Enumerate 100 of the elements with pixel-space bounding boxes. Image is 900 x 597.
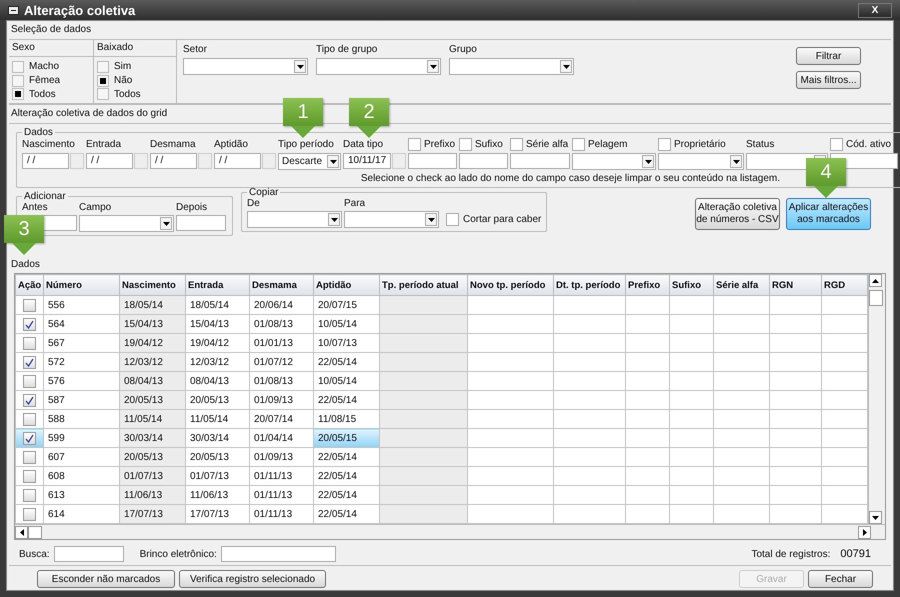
date-field[interactable]: / / (22, 153, 69, 169)
action-cell[interactable] (16, 448, 44, 466)
field-label: De (247, 198, 261, 209)
table-cell: 11/05/14 (120, 410, 186, 428)
table-cell: 20/07/14 (250, 410, 314, 428)
table-cell: 22/05/14 (314, 486, 380, 504)
row-checkbox[interactable] (23, 374, 36, 388)
date-field[interactable]: / / (150, 153, 197, 169)
footer-button[interactable]: Verifica registro selecionado (179, 570, 326, 588)
down-arrow-icon (291, 126, 315, 138)
scroll-left-button[interactable] (15, 526, 28, 538)
dropdown-field[interactable] (344, 211, 439, 228)
up-arrow-icon (872, 278, 879, 282)
dropdown-field[interactable] (79, 215, 174, 232)
scrollbar-thumb[interactable] (28, 526, 42, 538)
option-checkbox[interactable] (97, 74, 109, 86)
option-checkbox[interactable] (97, 88, 109, 100)
option-checkbox[interactable] (12, 88, 24, 100)
text-field[interactable] (459, 153, 508, 169)
action-button[interactable]: Alteração coletiva de números - CSV (695, 198, 780, 230)
search-field[interactable] (54, 546, 124, 562)
footer-button[interactable]: Esconder não marcados (37, 570, 175, 588)
action-cell[interactable] (16, 334, 44, 352)
table-cell: 20/07/15 (314, 296, 380, 314)
row-checkbox[interactable] (23, 412, 36, 426)
scroll-down-button[interactable] (869, 511, 882, 524)
option-checkbox[interactable] (12, 74, 24, 86)
column-header[interactable]: Novo tp. período (468, 274, 554, 296)
tag-field[interactable] (220, 546, 336, 562)
action-cell[interactable] (16, 486, 44, 504)
clear-checkbox[interactable] (510, 138, 523, 151)
checkbox[interactable] (446, 213, 459, 226)
column-header[interactable]: RGD (822, 274, 868, 296)
field-label: Desmama (150, 139, 196, 150)
column-header[interactable]: Número (44, 274, 120, 296)
action-cell[interactable] (16, 428, 44, 448)
field-label: Pelagem (588, 139, 628, 150)
dialog-button[interactable]: Fechar (808, 570, 873, 588)
dropdown-field[interactable] (572, 153, 656, 170)
date-field[interactable]: / / (86, 153, 133, 169)
action-cell[interactable] (16, 504, 44, 524)
clear-checkbox[interactable] (572, 138, 585, 151)
row-checkbox[interactable] (23, 298, 36, 312)
action-cell[interactable] (16, 296, 44, 314)
column-header[interactable]: Prefixo (626, 274, 670, 296)
column-header[interactable]: Ação (16, 274, 44, 296)
clear-checkbox[interactable] (658, 138, 671, 151)
dropdown-field[interactable] (658, 153, 744, 170)
table-cell: 30/03/14 (120, 428, 186, 448)
table-cell: 613 (44, 486, 120, 504)
column-header[interactable]: Série alfa (714, 274, 770, 296)
column-header[interactable]: Aptidão (314, 274, 380, 296)
scrollbar-thumb[interactable] (869, 290, 883, 306)
filter-button[interactable]: Mais filtros... (796, 71, 861, 89)
dropdown-field[interactable] (247, 211, 342, 228)
date-field[interactable]: / / (214, 153, 261, 169)
column-header[interactable]: Tp. período atual (380, 274, 468, 296)
column-header[interactable]: Nascimento (120, 274, 186, 296)
row-checkbox[interactable] (23, 432, 36, 444)
dropdown-field[interactable] (183, 58, 308, 75)
row-checkbox[interactable] (23, 336, 36, 350)
text-field[interactable] (176, 215, 226, 231)
row-checkbox[interactable] (23, 356, 36, 368)
action-cell[interactable] (16, 466, 44, 486)
row-checkbox[interactable] (23, 470, 36, 482)
field-label: Aptidão (214, 139, 248, 150)
scroll-up-button[interactable] (869, 274, 882, 287)
row-checkbox[interactable] (23, 318, 36, 330)
close-button[interactable]: X (858, 2, 892, 18)
system-menu-icon[interactable] (8, 6, 19, 14)
text-field[interactable] (510, 153, 570, 169)
dropdown-field[interactable] (316, 58, 441, 75)
column-header[interactable]: Dt. tp. período (554, 274, 626, 296)
row-checkbox[interactable] (23, 508, 36, 520)
filter-button[interactable]: Filtrar (796, 47, 861, 65)
date-field[interactable]: 10/11/17 (343, 153, 392, 169)
table-cell: 22/05/14 (314, 390, 380, 410)
action-cell[interactable] (16, 390, 44, 410)
column-header[interactable]: Sufixo (670, 274, 714, 296)
column-header[interactable]: RGN (770, 274, 822, 296)
scroll-right-button[interactable] (858, 526, 871, 538)
action-button[interactable]: Aplicar alterações aos marcados (786, 198, 871, 230)
row-checkbox[interactable] (23, 488, 36, 502)
option-label: Não (114, 75, 132, 86)
dropdown-field[interactable] (449, 58, 574, 75)
option-checkbox[interactable] (97, 60, 109, 73)
action-cell[interactable] (16, 410, 44, 428)
dropdown-field[interactable]: Descarte (278, 153, 341, 170)
clear-checkbox[interactable] (830, 138, 843, 151)
action-cell[interactable] (16, 372, 44, 390)
option-checkbox[interactable] (12, 60, 24, 73)
column-header[interactable]: Desmama (250, 274, 314, 296)
text-field[interactable] (408, 153, 457, 169)
row-checkbox[interactable] (23, 394, 36, 406)
clear-checkbox[interactable] (408, 138, 421, 151)
clear-checkbox[interactable] (459, 138, 472, 151)
action-cell[interactable] (16, 314, 44, 334)
action-cell[interactable] (16, 352, 44, 372)
column-header[interactable]: Entrada (186, 274, 250, 296)
row-checkbox[interactable] (23, 450, 36, 464)
